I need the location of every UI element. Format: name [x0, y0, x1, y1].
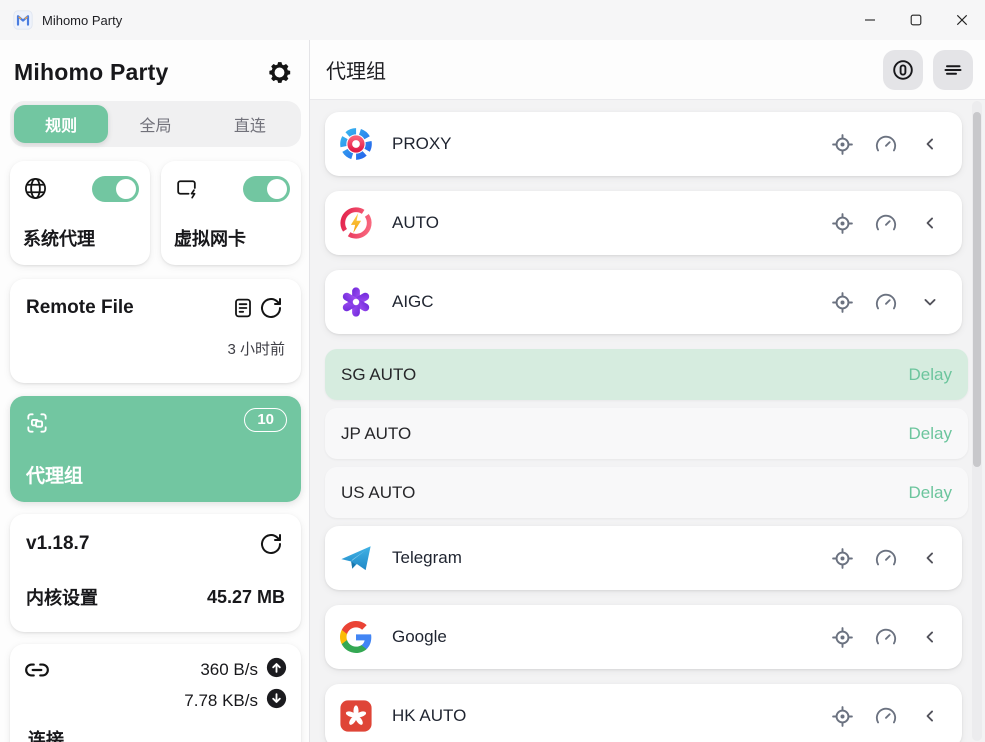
proxy-node-name: US AUTO [341, 483, 909, 503]
restart-core-icon[interactable] [257, 530, 285, 558]
locate-node-icon[interactable] [830, 625, 854, 649]
core-settings-card[interactable]: v1.18.7 内核设置 45.27 MB [10, 514, 301, 632]
chevron-left-icon[interactable] [918, 211, 942, 235]
connections-card[interactable]: 360 B/s 7.78 KB/s 连接 [10, 644, 301, 742]
tun-label: 虚拟网卡 [174, 225, 246, 251]
proxy-node-row[interactable]: US AUTODelay [325, 467, 968, 518]
system-proxy-toggle[interactable] [92, 176, 139, 202]
system-proxy-label: 系统代理 [23, 225, 95, 251]
locate-node-icon[interactable] [830, 290, 854, 314]
auto-bolt-icon [339, 206, 373, 240]
minimize-button[interactable] [847, 0, 893, 40]
delay-test-icon[interactable] [874, 704, 898, 728]
sidebar-item-proxy-groups[interactable]: 10 代理组 [10, 396, 301, 502]
proxy-group-row[interactable]: HK AUTO [325, 684, 962, 742]
chevron-left-icon[interactable] [918, 546, 942, 570]
delay-label[interactable]: Delay [909, 365, 952, 385]
proxy-node-row[interactable]: SG AUTODelay [325, 349, 968, 400]
proxy-group-name: Telegram [392, 548, 830, 568]
google-icon [339, 620, 373, 654]
locate-node-icon[interactable] [830, 132, 854, 156]
locate-node-icon[interactable] [830, 546, 854, 570]
settings-button[interactable] [263, 56, 295, 88]
locate-node-icon[interactable] [830, 704, 854, 728]
system-proxy-card[interactable]: 系统代理 [10, 161, 150, 265]
link-icon [24, 657, 50, 714]
profile-title: Remote File [26, 297, 229, 319]
edit-profile-icon[interactable] [229, 294, 257, 322]
proxy-groups-label: 代理组 [26, 461, 83, 488]
tun-card[interactable]: 虚拟网卡 [161, 161, 301, 265]
chevron-down-icon[interactable] [918, 290, 942, 314]
delay-label[interactable]: Delay [909, 483, 952, 503]
proxy-wheel-icon [339, 127, 373, 161]
connections-label: 连接 [24, 726, 287, 742]
core-version: v1.18.7 [26, 533, 89, 555]
tab-rule-mode[interactable]: 规则 [14, 105, 108, 143]
profile-card[interactable]: Remote File 3 小时前 [10, 279, 301, 383]
proxy-group-row[interactable]: PROXY [325, 112, 962, 176]
maximize-button[interactable] [893, 0, 939, 40]
upload-speed: 360 B/s [200, 660, 258, 680]
tab-direct-mode[interactable]: 直连 [203, 105, 297, 143]
core-settings-label: 内核设置 [26, 584, 98, 610]
proxy-group-row[interactable]: AUTO [325, 191, 962, 255]
proxy-group-name: AIGC [392, 292, 830, 312]
openai-icon [339, 285, 373, 319]
outbound-mode-tabs: 规则 全局 直连 [10, 101, 301, 147]
delay-test-icon[interactable] [874, 546, 898, 570]
proxy-group-row[interactable]: AIGC [325, 270, 962, 334]
main-panel: 代理组 PROXYAUTOAIGCSG AUTODelayJP AUTODela… [310, 40, 985, 742]
delay-test-icon[interactable] [874, 625, 898, 649]
upload-arrow-icon [266, 657, 287, 683]
globe-icon [23, 176, 48, 206]
mihomo-logo-icon [13, 10, 33, 30]
update-profile-icon[interactable] [257, 294, 285, 322]
scrollbar-thumb[interactable] [973, 112, 981, 467]
tab-global-mode[interactable]: 全局 [108, 105, 202, 143]
proxy-group-name: AUTO [392, 213, 830, 233]
chevron-left-icon[interactable] [918, 704, 942, 728]
group-display-mode-button[interactable] [933, 50, 973, 90]
download-speed: 7.78 KB/s [184, 691, 258, 711]
toggle-knob [267, 179, 287, 199]
chevron-left-icon[interactable] [918, 625, 942, 649]
locate-node-icon[interactable] [830, 211, 854, 235]
window-title: Mihomo Party [42, 13, 122, 28]
tun-icon [174, 176, 199, 206]
core-memory-usage: 45.27 MB [207, 587, 285, 608]
page-title: 代理组 [326, 55, 873, 84]
proxy-group-name: PROXY [392, 134, 830, 154]
profile-updated-time: 3 小时前 [26, 338, 285, 359]
proxy-group-icon [24, 423, 50, 440]
delay-test-all-button[interactable] [883, 50, 923, 90]
main-header: 代理组 [310, 40, 985, 100]
tab-direct-label: 直连 [234, 112, 266, 136]
proxy-group-name: HK AUTO [392, 706, 830, 726]
download-arrow-icon [266, 688, 287, 714]
proxy-node-name: JP AUTO [341, 424, 909, 444]
proxy-node-name: SG AUTO [341, 365, 909, 385]
proxy-group-row[interactable]: Google [325, 605, 962, 669]
chevron-left-icon[interactable] [918, 132, 942, 156]
group-count-badge: 10 [244, 408, 287, 432]
toggle-knob [116, 179, 136, 199]
telegram-icon [339, 541, 373, 575]
proxy-node-row[interactable]: JP AUTODelay [325, 408, 968, 459]
delay-label[interactable]: Delay [909, 424, 952, 444]
proxy-group-list: PROXYAUTOAIGCSG AUTODelayJP AUTODelayUS … [310, 100, 985, 742]
delay-test-icon[interactable] [874, 211, 898, 235]
tab-rule-label: 规则 [45, 112, 77, 136]
titlebar: Mihomo Party [0, 0, 985, 40]
tab-global-label: 全局 [139, 112, 171, 136]
delay-test-icon[interactable] [874, 290, 898, 314]
proxy-group-name: Google [392, 627, 830, 647]
sidebar: Mihomo Party 规则 全局 直连 系统代理 [0, 40, 310, 742]
close-button[interactable] [939, 0, 985, 40]
tun-toggle[interactable] [243, 176, 290, 202]
hk-flag-icon [339, 699, 373, 733]
delay-test-icon[interactable] [874, 132, 898, 156]
proxy-group-row[interactable]: Telegram [325, 526, 962, 590]
app-brand-title: Mihomo Party [14, 59, 168, 86]
